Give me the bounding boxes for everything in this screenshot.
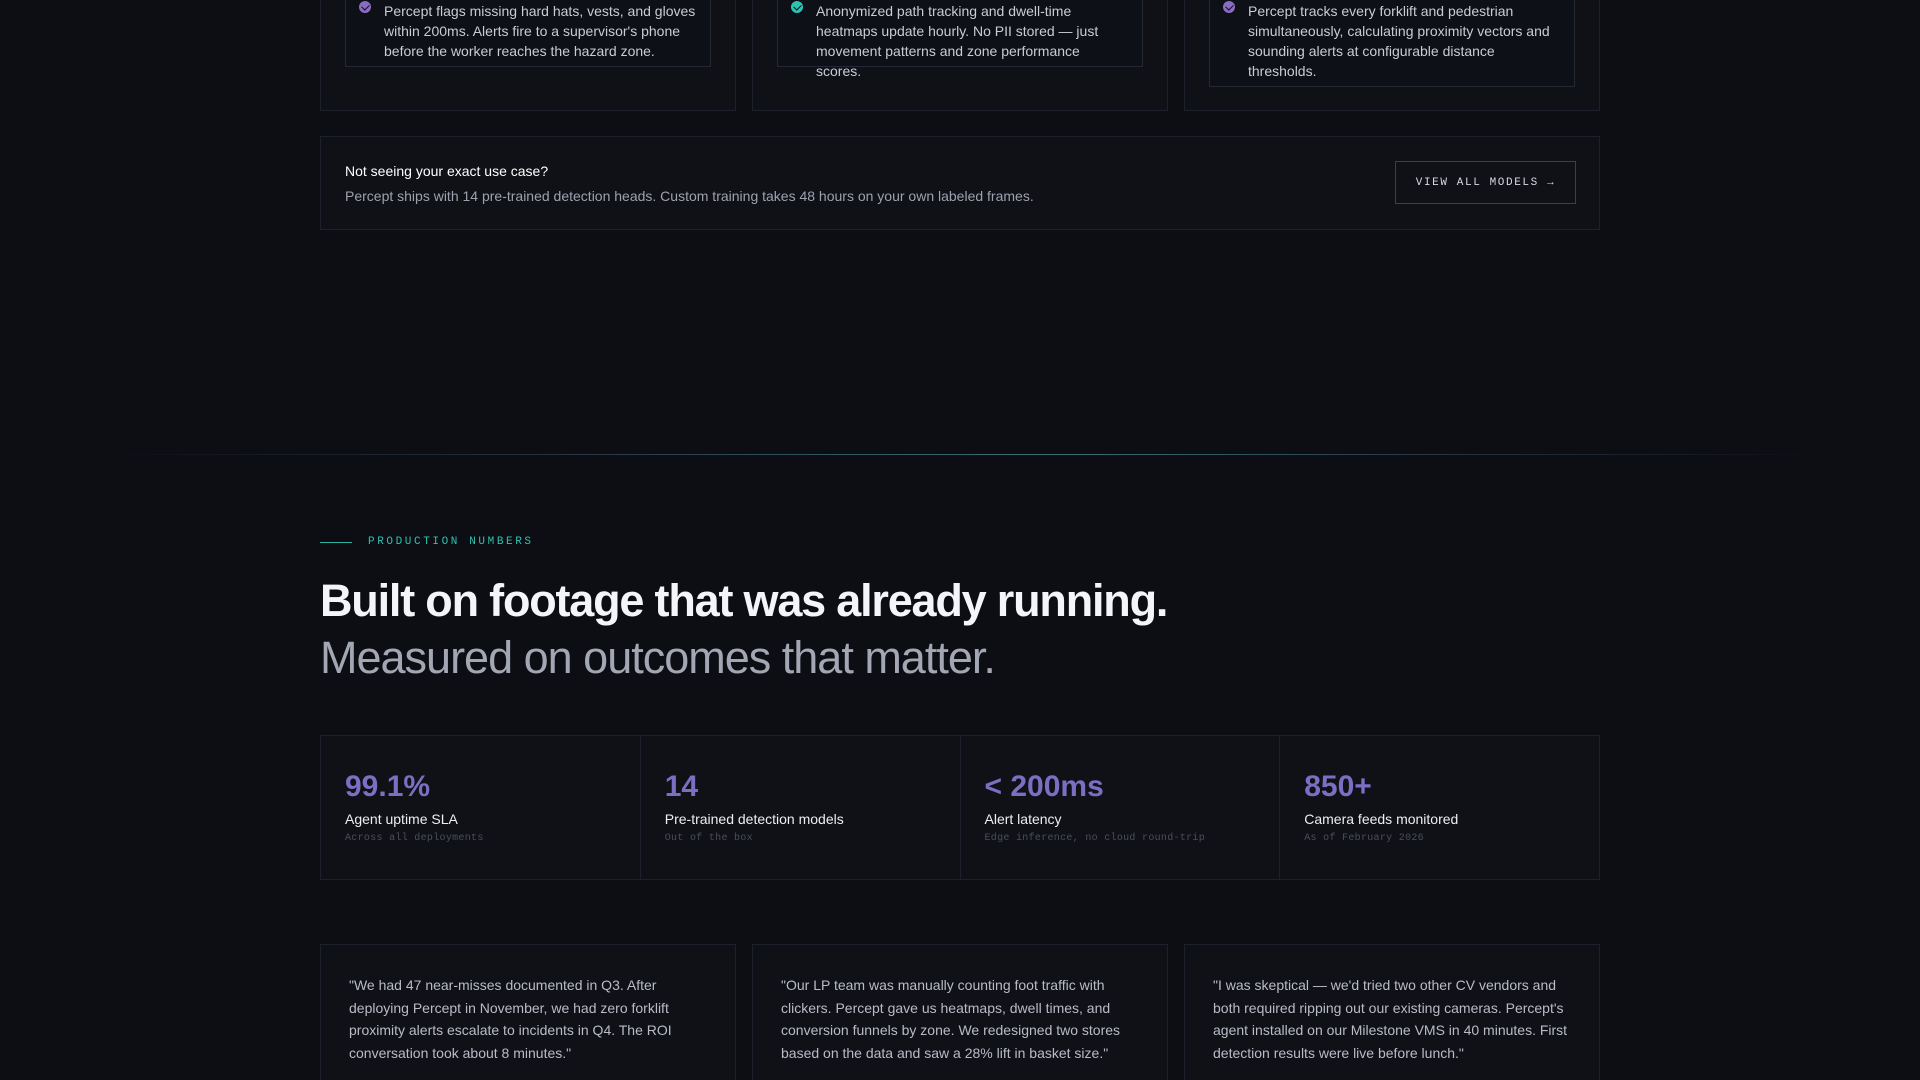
stat-label: Alert latency <box>984 811 1062 827</box>
testimonial-card: "Our LP team was manually counting foot … <box>752 944 1168 1080</box>
stat-subtext: Out of the box <box>664 833 753 844</box>
stat-subtext: As of February 2026 <box>1304 833 1424 844</box>
use-case-detail: Percept flags missing hard hats, vests, … <box>345 0 711 67</box>
stat-models: 14 Pre-trained detection models Out of t… <box>641 736 961 879</box>
stat-latency: < 200ms Alert latency Edge inference, no… <box>961 736 1281 879</box>
testimonial-quote: "We had 47 near-misses documented in Q3.… <box>349 977 672 1061</box>
custom-use-case-banner: Not seeing your exact use case? Percept … <box>320 136 1600 230</box>
eyebrow-label: PRODUCTION NUMBERS <box>368 536 534 548</box>
eyebrow-line <box>320 541 352 543</box>
stat-subtext: Across all deployments <box>345 833 484 844</box>
use-case-card-forklift: Percept tracks every forklift and pedest… <box>1184 0 1600 111</box>
use-case-text: Percept flags missing hard hats, vests, … <box>384 3 696 59</box>
use-case-detail: Percept tracks every forklift and pedest… <box>1209 0 1575 87</box>
use-case-card-ppe: Percept flags missing hard hats, vests, … <box>320 0 736 111</box>
stat-label: Pre-trained detection models <box>664 811 844 827</box>
stat-camera-feeds: 850+ Camera feeds monitored As of Februa… <box>1280 736 1599 879</box>
use-case-text: Anonymized path tracking and dwell-time … <box>816 3 1099 79</box>
testimonial-quote: "I was skeptical — we'd tried two other … <box>1213 977 1568 1061</box>
stat-value: 99.1% <box>345 770 431 803</box>
stat-value: < 200ms <box>984 770 1104 803</box>
view-all-models-button[interactable]: VIEW ALL MODELS → <box>1395 161 1576 204</box>
testimonial-quote: "Our LP team was manually counting foot … <box>781 977 1121 1061</box>
use-case-card-traffic: Anonymized path tracking and dwell-time … <box>752 0 1168 111</box>
banner-description: Percept ships with 14 pre-trained detect… <box>345 188 1034 204</box>
stat-subtext: Edge inference, no cloud round-trip <box>984 833 1206 844</box>
check-circle-icon <box>791 1 803 13</box>
stat-label: Agent uptime SLA <box>345 811 458 827</box>
check-circle-icon <box>359 1 371 13</box>
section-subheadline: Measured on outcomes that matter. <box>320 632 996 683</box>
use-case-detail: Anonymized path tracking and dwell-time … <box>777 0 1143 79</box>
stat-value: 14 <box>664 770 699 803</box>
testimonial-card: "I was skeptical — we'd tried two other … <box>1184 944 1600 1080</box>
section-eyebrow: PRODUCTION NUMBERS <box>320 536 534 548</box>
stat-uptime: 99.1% Agent uptime SLA Across all deploy… <box>321 736 641 879</box>
testimonial-card: "We had 47 near-misses documented in Q3.… <box>320 944 736 1080</box>
stats-grid: 99.1% Agent uptime SLA Across all deploy… <box>320 735 1600 880</box>
check-circle-icon <box>1223 1 1235 13</box>
section-divider <box>100 454 1820 455</box>
section-headline: Built on footage that was already runnin… <box>320 575 1168 626</box>
use-case-text: Percept tracks every forklift and pedest… <box>1248 3 1550 79</box>
stat-value: 850+ <box>1304 770 1372 803</box>
stat-label: Camera feeds monitored <box>1304 811 1459 827</box>
banner-title: Not seeing your exact use case? <box>345 163 549 179</box>
